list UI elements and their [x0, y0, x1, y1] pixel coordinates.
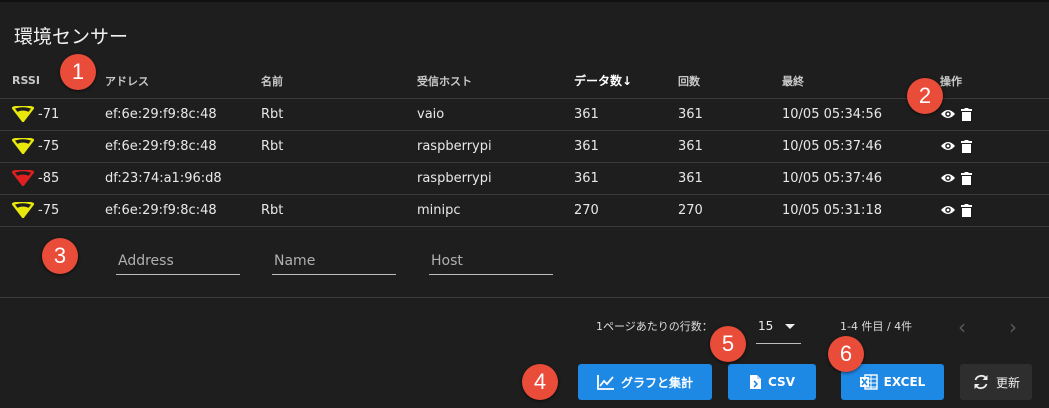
eye-icon[interactable]: [940, 108, 956, 120]
graph-button-label: グラフと集計: [620, 375, 693, 390]
name-filter-input[interactable]: [272, 248, 396, 275]
trash-icon[interactable]: [961, 107, 972, 121]
eye-icon[interactable]: [940, 172, 956, 184]
excel-icon: [859, 374, 878, 390]
rssi-cell: -85: [0, 162, 105, 195]
annotation-badge-5: 5: [710, 326, 746, 362]
header-ops: 操作: [937, 64, 1049, 99]
count-cell: 361: [574, 130, 678, 163]
rssi-cell: -71: [0, 98, 105, 131]
refresh-icon: [974, 374, 988, 390]
header-count-label: データ数: [574, 74, 623, 89]
refresh-button-label: 更新: [995, 375, 1020, 390]
name-cell: Rbt: [261, 98, 417, 131]
trash-icon[interactable]: [961, 171, 972, 185]
header-times[interactable]: 回数: [678, 64, 782, 99]
name-cell: [261, 162, 417, 195]
graph-button[interactable]: グラフと集計: [578, 364, 712, 400]
header-host[interactable]: 受信ホスト: [417, 64, 574, 99]
times-cell: 270: [678, 194, 782, 227]
refresh-button[interactable]: 更新: [960, 364, 1032, 400]
sort-arrow-icon: ↓: [622, 74, 633, 89]
caret-down-icon: [785, 324, 795, 329]
excel-button[interactable]: EXCEL: [841, 364, 944, 400]
address-cell: ef:6e:29:f9:8c:48: [105, 130, 261, 163]
header-address[interactable]: アドレス: [105, 64, 261, 99]
rssi-value: -85: [38, 170, 60, 186]
rows-per-page-select[interactable]: 15: [756, 314, 801, 344]
rssi-cell: -75: [0, 130, 105, 163]
annotation-badge-4: 4: [522, 364, 558, 400]
annotation-badge-6: 6: [828, 336, 864, 372]
name-cell: Rbt: [261, 130, 417, 163]
eye-icon[interactable]: [940, 204, 956, 216]
last-cell: 10/05 05:37:46: [782, 130, 937, 163]
csv-button[interactable]: CSV: [728, 364, 816, 400]
trash-icon[interactable]: [961, 203, 972, 217]
table-row[interactable]: -75 ef:6e:29:f9:8c:48 Rbt raspberrypi 361 361…: [0, 130, 1049, 163]
eye-icon[interactable]: [940, 140, 956, 152]
excel-button-label: EXCEL: [883, 375, 926, 389]
wifi-signal-icon: [12, 138, 34, 154]
header-name[interactable]: 名前: [261, 64, 417, 99]
page-range-text: 1-4 件目 / 4件: [840, 320, 913, 333]
times-cell: 361: [678, 162, 782, 195]
ops-cell: [937, 130, 1049, 163]
filter-row: [0, 228, 1049, 298]
trash-icon[interactable]: [961, 139, 972, 153]
wifi-signal-icon: [12, 106, 34, 122]
header-count[interactable]: データ数↓: [574, 64, 678, 99]
host-cell: raspberrypi: [417, 162, 574, 195]
host-cell: raspberrypi: [417, 130, 574, 163]
address-filter-input[interactable]: [116, 248, 240, 275]
page-title: 環境センサー: [14, 26, 129, 48]
last-cell: 10/05 05:31:18: [782, 194, 937, 227]
file-icon: [750, 375, 762, 389]
rssi-value: -75: [38, 138, 60, 154]
rows-per-page-value: 15: [758, 319, 774, 333]
address-cell: df:23:74:a1:96:d8: [105, 162, 261, 195]
count-cell: 270: [574, 194, 678, 227]
ops-cell: [937, 162, 1049, 195]
rssi-cell: -75: [0, 194, 105, 227]
chart-icon: [597, 375, 614, 390]
times-cell: 361: [678, 130, 782, 163]
wifi-signal-icon: [12, 170, 34, 186]
host-cell: minipc: [417, 194, 574, 227]
name-cell: Rbt: [261, 194, 417, 227]
ops-cell: [937, 98, 1049, 131]
annotation-badge-3: 3: [42, 238, 78, 274]
csv-button-label: CSV: [768, 375, 795, 389]
last-cell: 10/05 05:37:46: [782, 162, 937, 195]
sensor-panel: 環境センサー RSSI アドレス 名前 受信ホスト データ数↓ 回数 最終 操作…: [0, 2, 1049, 408]
address-cell: ef:6e:29:f9:8c:48: [105, 98, 261, 131]
times-cell: 361: [678, 98, 782, 131]
annotation-badge-1: 1: [60, 54, 96, 90]
host-filter-input[interactable]: [429, 248, 553, 275]
wifi-signal-icon: [12, 202, 34, 218]
count-cell: 361: [574, 98, 678, 131]
address-cell: ef:6e:29:f9:8c:48: [105, 194, 261, 227]
annotation-badge-2: 2: [907, 78, 943, 114]
rssi-value: -75: [38, 202, 60, 218]
count-cell: 361: [574, 162, 678, 195]
host-cell: vaio: [417, 98, 574, 131]
table-row[interactable]: -71 ef:6e:29:f9:8c:48 Rbt vaio 361 361 10/05 0…: [0, 98, 1049, 131]
table-row[interactable]: -75 ef:6e:29:f9:8c:48 Rbt minipc 270 270 10/05…: [0, 194, 1049, 227]
table-row[interactable]: -85 df:23:74:a1:96:d8 raspberrypi 361 361 10/…: [0, 162, 1049, 195]
rssi-value: -71: [38, 106, 60, 122]
chevron-right-icon[interactable]: ›: [1009, 315, 1017, 339]
ops-cell: [937, 194, 1049, 227]
sensor-table: RSSI アドレス 名前 受信ホスト データ数↓ 回数 最終 操作 -71 ef:…: [0, 64, 1049, 227]
table-header-row: RSSI アドレス 名前 受信ホスト データ数↓ 回数 最終 操作: [0, 64, 1049, 99]
rows-per-page-label: 1ページあたりの行数：: [596, 320, 713, 333]
chevron-left-icon[interactable]: ‹: [958, 315, 966, 339]
